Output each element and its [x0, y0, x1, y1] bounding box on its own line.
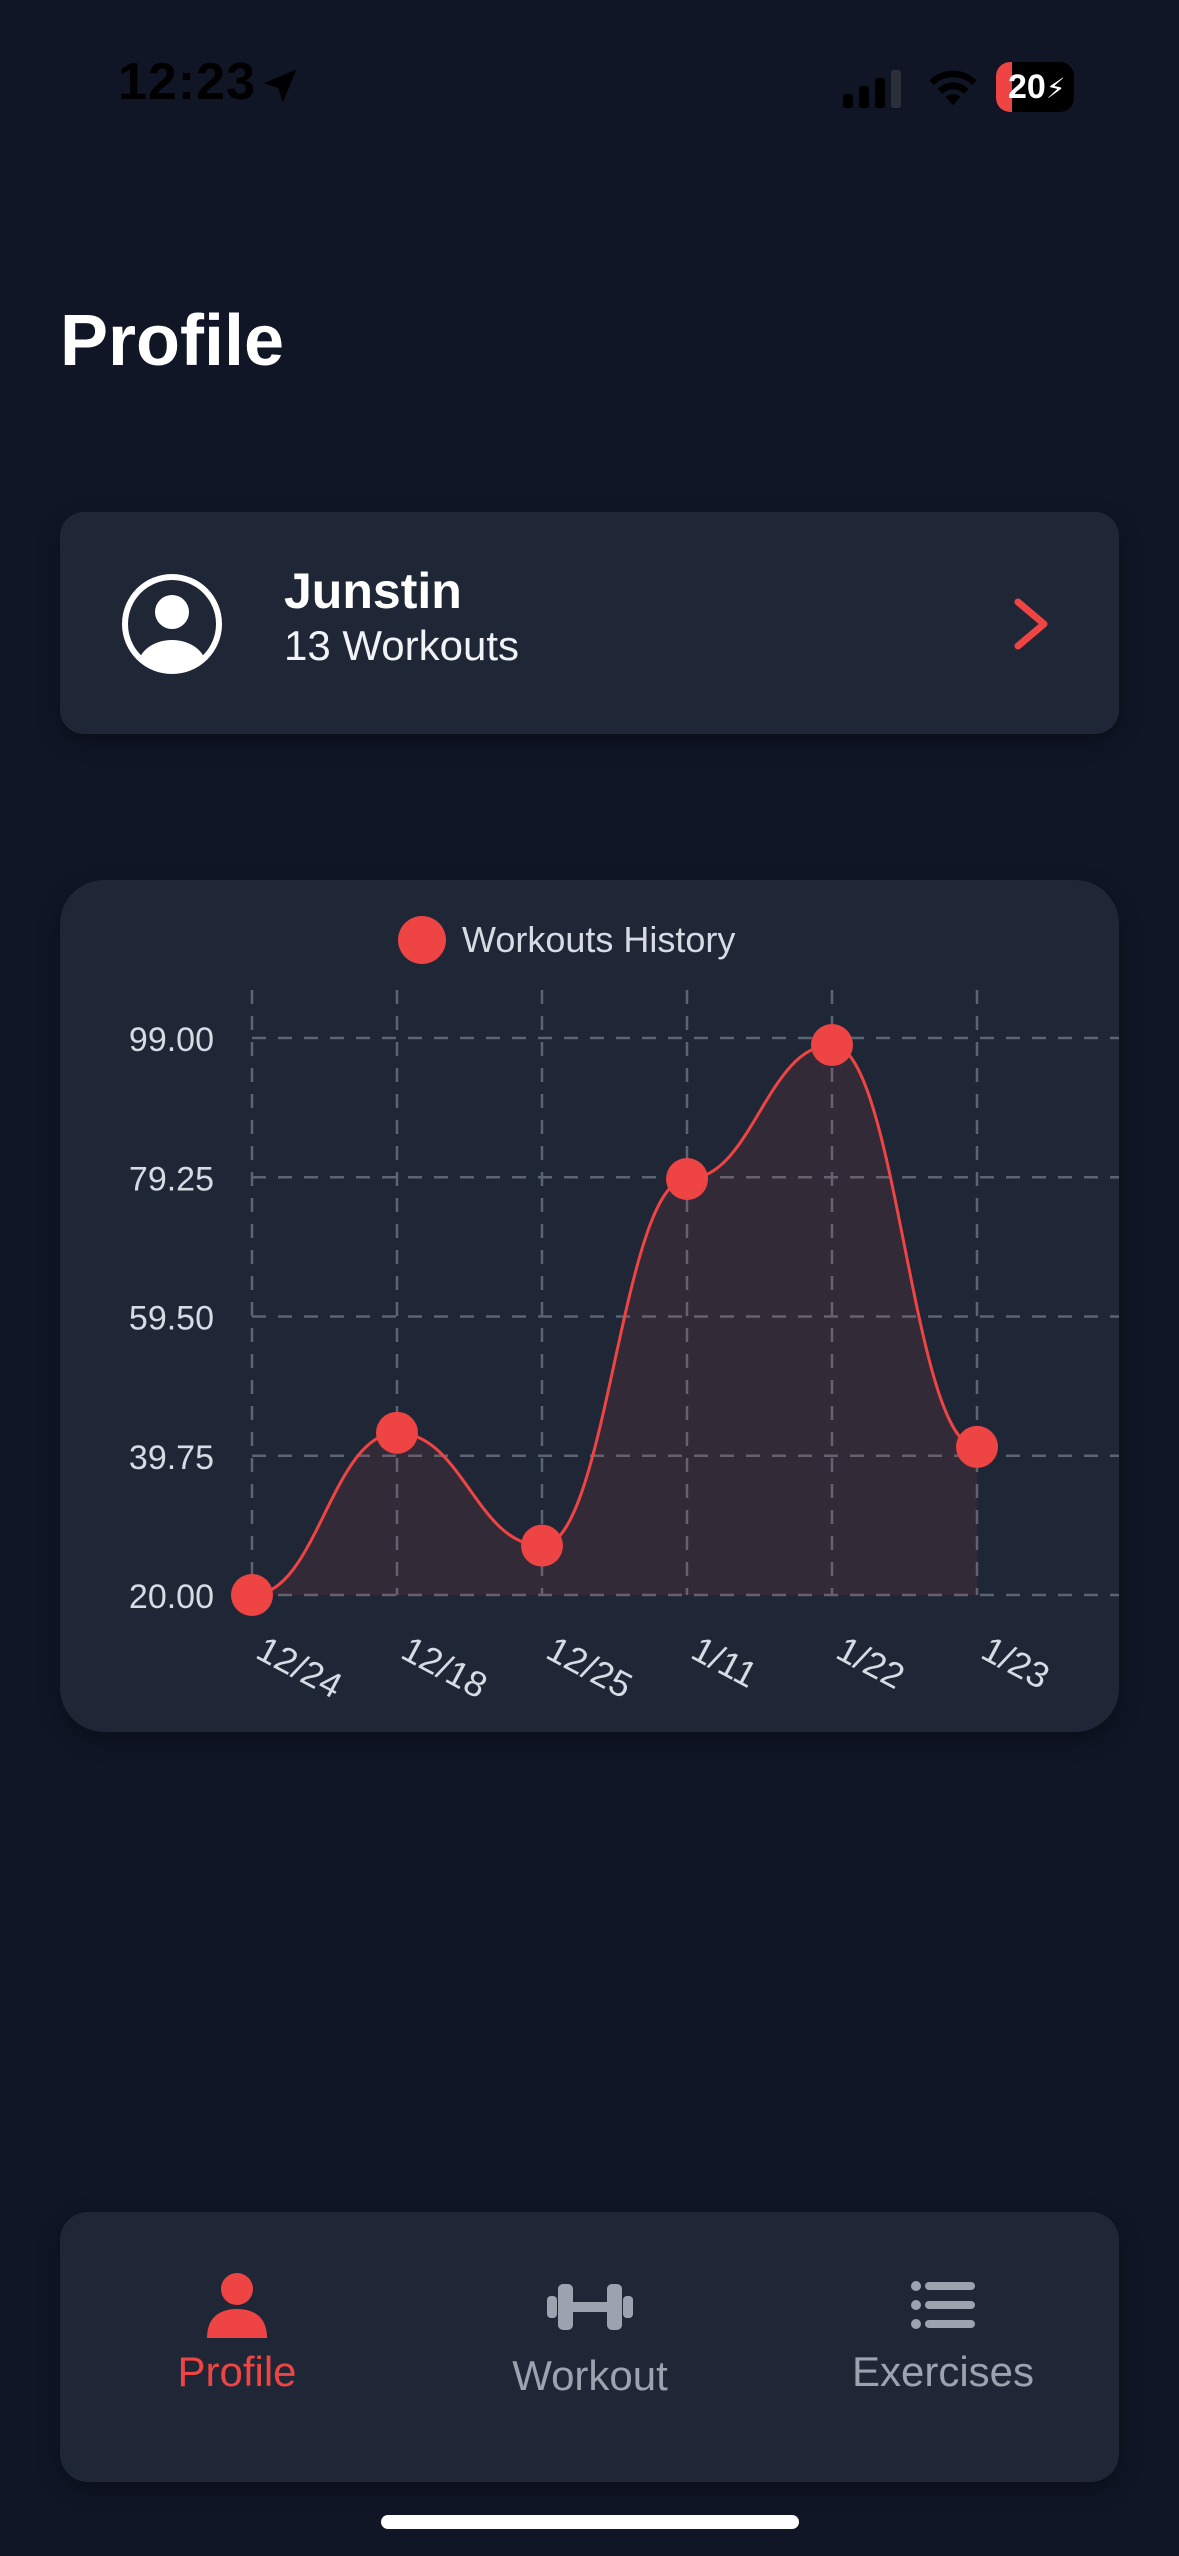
- data-point: [666, 1158, 708, 1201]
- tab-workout[interactable]: Workout: [440, 2212, 740, 2482]
- workout-count: 13 Workouts: [284, 622, 519, 669]
- chart-area-layer: [251, 1043, 978, 1597]
- tab-label-exercises: Exercises: [851, 2348, 1035, 2395]
- chart-plot: 20.0039.7559.5079.2599.00 12/24 12/18 12/2…: [129, 990, 1119, 1706]
- page-title: Profile: [60, 301, 285, 381]
- tab-profile[interactable]: Profile: [87, 2212, 387, 2482]
- battery-indicator: 20⚡: [996, 62, 1074, 112]
- data-point: [811, 1024, 853, 1067]
- x-tick-label: 12/25: [540, 1628, 639, 1706]
- tab-exercises[interactable]: Exercises: [793, 2212, 1093, 2482]
- y-axis-ticks: 20.00 39.75 59.50 79.25 99.00: [129, 1021, 214, 1616]
- data-point: [521, 1524, 563, 1567]
- x-tick-label: 12/24: [250, 1628, 349, 1706]
- x-tick-label: 1/11: [685, 1628, 764, 1696]
- charging-bolt-icon: ⚡: [1045, 73, 1066, 104]
- home-indicator[interactable]: [381, 2515, 799, 2529]
- status-bar: 12:23 20⚡: [0, 0, 1179, 170]
- y-tick-label: 79.25: [129, 1160, 214, 1198]
- user-circle-icon: [122, 574, 222, 674]
- x-axis-ticks: 12/24 12/18 12/25 1/11 1/22 1/23: [250, 1628, 1056, 1706]
- profile-name: Junstin: [284, 563, 462, 619]
- y-tick-label: 59.50: [129, 1300, 214, 1338]
- y-tick-label: 99.00: [129, 1021, 214, 1059]
- y-tick-label: 20.00: [129, 1578, 214, 1616]
- cellular-signal-icon: [843, 70, 901, 108]
- battery-level: 20⚡: [1008, 68, 1066, 106]
- tab-bar: Profile Workout Exercises: [60, 2212, 1119, 2482]
- y-tick-label: 39.75: [129, 1439, 214, 1477]
- tab-label-profile: Profile: [177, 2348, 297, 2395]
- location-arrow-icon: [263, 69, 297, 103]
- series-area: [252, 1045, 977, 1595]
- data-point: [231, 1574, 273, 1616]
- person-icon: [207, 2273, 267, 2338]
- chevron-right-icon[interactable]: [1008, 596, 1054, 652]
- data-point: [376, 1411, 418, 1454]
- x-tick-label: 1/22: [830, 1628, 911, 1697]
- list-icon: [911, 2281, 975, 2329]
- data-point: [956, 1425, 998, 1468]
- x-tick-label: 12/18: [395, 1628, 494, 1706]
- dumbbell-icon: [547, 2284, 633, 2330]
- tab-label-workout: Workout: [512, 2352, 668, 2399]
- workouts-history-chart: Workouts History 20.00 39.75 59.50 79.25 99.…: [60, 880, 1119, 1732]
- profile-card[interactable]: Junstin 13 Workouts: [60, 512, 1119, 734]
- x-tick-label: 1/23: [975, 1628, 1056, 1697]
- wifi-icon: [929, 70, 977, 106]
- status-time: 12:23: [118, 53, 256, 111]
